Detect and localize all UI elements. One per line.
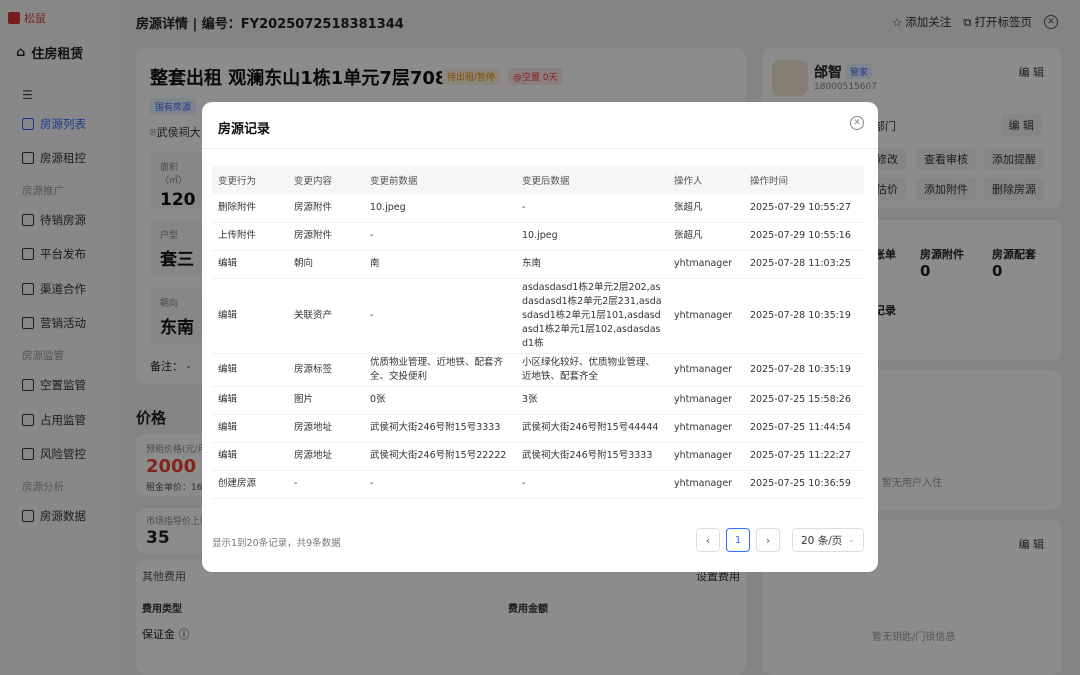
cell-time: 2025-07-28 11:03:25 [744,250,864,279]
modal-divider [202,148,878,149]
cell-operator: yhtmanager [668,470,744,499]
cell-content: - [288,470,364,499]
cell-operator: 张超凡 [668,222,744,251]
cell-operator: yhtmanager [668,442,744,471]
cell-after: 武侯祠大街246号附15号44444 [516,414,668,443]
cell-action: 编辑 [212,414,288,443]
table-row: 编辑 房源地址 武侯祠大街246号附15号22222 武侯祠大街246号附15号333… [212,442,864,471]
chevron-right-icon: › [765,533,771,547]
next-page-button[interactable]: › [756,528,780,552]
page-number-button[interactable]: 1 [726,528,750,552]
cell-time: 2025-07-29 10:55:27 [744,194,864,223]
cell-action: 编辑 [212,442,288,471]
cell-content: 朝向 [288,250,364,279]
cell-after: 10.jpeg [516,222,668,251]
cell-after: 小区绿化较好、优质物业管理、近地铁、配套齐全 [516,353,668,387]
cell-time: 2025-07-28 10:35:19 [744,278,864,354]
table-row: 编辑 图片 0张 3张 yhtmanager 2025-07-25 15:58:26 [212,386,864,415]
modal-title: 房源记录 [218,122,271,137]
cell-action: 编辑 [212,250,288,279]
cell-content: 房源地址 [288,414,364,443]
cell-operator: 张超凡 [668,194,744,223]
cell-before: 优质物业管理、近地铁、配套齐全、交投便利 [364,353,516,387]
cell-after: - [516,194,668,223]
col-before: 变更前数据 [364,166,516,194]
table-row: 编辑 朝向南东南 yhtmanager 2025-07-28 11:03:25 [212,250,864,279]
cell-operator: yhtmanager [668,278,744,354]
record-table: 变更行为 变更内容 变更前数据 变更后数据 操作人 操作时间 删除附件 房源附件 1… [212,166,864,499]
cell-action: 编辑 [212,278,288,354]
col-time: 操作时间 [744,166,864,194]
prev-page-button[interactable]: ‹ [696,528,720,552]
cell-before: - [364,278,516,354]
cell-before: 0张 [364,386,516,415]
cell-time: 2025-07-28 10:35:19 [744,353,864,387]
col-operator: 操作人 [668,166,744,194]
table-row: 编辑 房源标签 优质物业管理、近地铁、配套齐全、交投便利 小区绿化较好、优质物业管理、… [212,353,864,387]
cell-content: 图片 [288,386,364,415]
cell-operator: yhtmanager [668,386,744,415]
table-row: 创建房源 - - - yhtmanager 2025-07-25 10:36:59 [212,470,864,499]
cell-after: 武侯祠大街246号附15号3333 [516,442,668,471]
cell-before: - [364,470,516,499]
cell-after: asdasdasd1栋2单元2层202,asdasdasd1栋2单元2层231,… [516,278,668,354]
cell-action: 编辑 [212,353,288,387]
col-content: 变更内容 [288,166,364,194]
cell-before: 武侯祠大街246号附15号22222 [364,442,516,471]
cell-action: 创建房源 [212,470,288,499]
cell-time: 2025-07-25 11:22:27 [744,442,864,471]
cell-before: 武侯祠大街246号附15号3333 [364,414,516,443]
cell-before: - [364,222,516,251]
table-row: 编辑 房源地址 武侯祠大街246号附15号3333 武侯祠大街246号附15号4444… [212,414,864,443]
table-row: 编辑 关联资产 - asdasdasd1栋2单元2层202,asdasdasd1栋2单… [212,278,864,354]
page-size-select[interactable]: 20 条/页 ⌄ [792,528,864,552]
close-icon[interactable]: ✕ [850,116,864,130]
pagination-summary: 显示1到20条记录，共9条数据 [212,538,341,549]
cell-time: 2025-07-29 10:55:16 [744,222,864,251]
cell-after: 3张 [516,386,668,415]
house-record-modal: 房源记录 ✕ 变更行为 变更内容 变更前数据 变更后数据 操作人 操作时间 删除… [202,102,878,572]
cell-after: 东南 [516,250,668,279]
cell-content: 房源附件 [288,194,364,223]
col-after: 变更后数据 [516,166,668,194]
table-row: 删除附件 房源附件 10.jpeg - 张超凡 2025-07-29 10:55:27 [212,194,864,223]
chevron-left-icon: ‹ [705,533,711,547]
cell-content: 房源附件 [288,222,364,251]
cell-action: 删除附件 [212,194,288,223]
cell-before: 南 [364,250,516,279]
chevron-down-icon: ⌄ [847,535,855,545]
cell-time: 2025-07-25 11:44:54 [744,414,864,443]
col-action: 变更行为 [212,166,288,194]
cell-operator: yhtmanager [668,353,744,387]
cell-content: 关联资产 [288,278,364,354]
cell-after: - [516,470,668,499]
cell-content: 房源地址 [288,442,364,471]
cell-before: 10.jpeg [364,194,516,223]
cell-action: 编辑 [212,386,288,415]
cell-time: 2025-07-25 10:36:59 [744,470,864,499]
cell-time: 2025-07-25 15:58:26 [744,386,864,415]
table-header-row: 变更行为 变更内容 变更前数据 变更后数据 操作人 操作时间 [212,166,864,194]
cell-action: 上传附件 [212,222,288,251]
cell-operator: yhtmanager [668,414,744,443]
page-size-value: 20 条/页 [801,534,843,547]
cell-content: 房源标签 [288,353,364,387]
table-row: 上传附件 房源附件 -10.jpeg 张超凡 2025-07-29 10:55:16 [212,222,864,251]
cell-operator: yhtmanager [668,250,744,279]
